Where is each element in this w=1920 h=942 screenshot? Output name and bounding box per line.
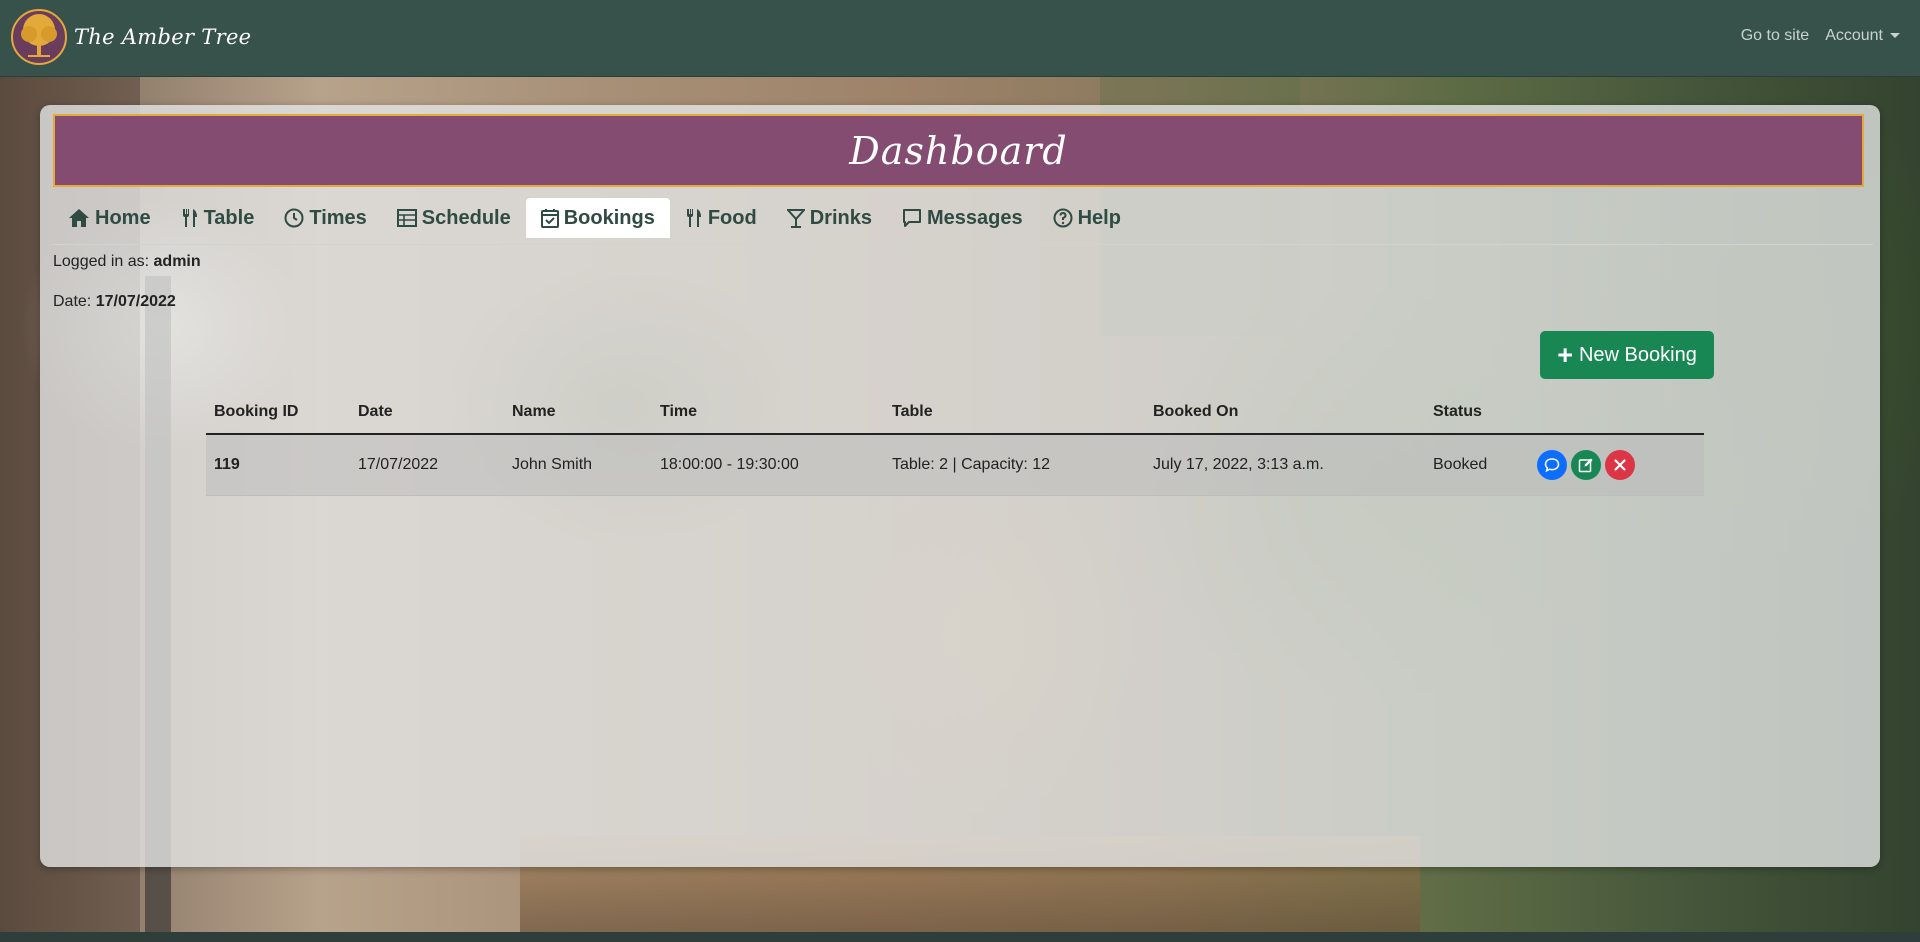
tab-label: Times xyxy=(309,206,367,229)
go-to-site-link[interactable]: Go to site xyxy=(1741,27,1809,45)
cocktail-glass-icon xyxy=(786,209,805,228)
chat-icon xyxy=(1544,458,1560,473)
new-booking-label: New Booking xyxy=(1578,343,1697,366)
table-icon xyxy=(396,209,417,227)
tab-help[interactable]: Help xyxy=(1038,198,1136,238)
calendar-check-icon xyxy=(540,209,559,228)
booking-name: John Smith xyxy=(504,434,652,496)
bookings-table: Booking ID Date Name Time Table Booked O… xyxy=(206,391,1704,496)
plus-icon: + xyxy=(1557,339,1573,370)
tab-label: Drinks xyxy=(809,206,872,229)
tab-messages[interactable]: Messages xyxy=(887,198,1038,238)
fork-knife-icon xyxy=(182,209,197,227)
logged-in-label: Logged in as: xyxy=(53,253,150,270)
booking-status: Booked xyxy=(1425,434,1529,496)
booking-table: Table: 2 | Capacity: 12 xyxy=(884,434,1145,496)
brand[interactable]: The Amber Tree xyxy=(10,8,251,66)
tab-label: Messages xyxy=(926,206,1023,229)
edit-icon xyxy=(1578,458,1593,473)
account-dropdown[interactable]: Account xyxy=(1825,27,1900,45)
table-header-row: Booking ID Date Name Time Table Booked O… xyxy=(206,391,1704,435)
tab-label: Schedule xyxy=(421,206,511,229)
tab-times[interactable]: Times xyxy=(269,198,381,238)
booking-time: 18:00:00 - 19:30:00 xyxy=(652,434,884,496)
booking-id: 119 xyxy=(206,434,350,496)
close-icon xyxy=(1614,459,1626,471)
column-header: Date xyxy=(350,391,504,435)
dashboard-header: Dashboard xyxy=(53,114,1864,187)
edit-button[interactable] xyxy=(1571,450,1601,480)
message-button[interactable] xyxy=(1537,450,1567,480)
logged-in-user: admin xyxy=(153,253,201,270)
column-header-actions xyxy=(1529,391,1704,435)
table-row: 119 17/07/2022 John Smith 18:00:00 - 19:… xyxy=(206,434,1704,496)
tab-label: Table xyxy=(203,206,255,229)
tree-logo-icon xyxy=(11,9,67,65)
column-header: Booked On xyxy=(1145,391,1425,435)
new-booking-button[interactable]: + New Booking xyxy=(1540,331,1714,379)
tab-table[interactable]: Table xyxy=(166,198,270,238)
top-navbar: The Amber Tree Go to site Account xyxy=(0,0,1920,77)
date-info: Date: 17/07/2022 xyxy=(53,293,176,311)
account-label: Account xyxy=(1825,27,1883,44)
dashboard-panel: Dashboard Home Table Times Schedule Book… xyxy=(40,105,1880,867)
chevron-down-icon xyxy=(1890,33,1900,39)
tab-home[interactable]: Home xyxy=(53,198,166,238)
column-header: Status xyxy=(1425,391,1529,435)
dashboard-tabs: Home Table Times Schedule Bookings Food … xyxy=(53,198,1873,245)
tab-drinks[interactable]: Drinks xyxy=(772,198,887,238)
house-icon xyxy=(69,209,89,227)
question-circle-icon xyxy=(1053,208,1073,228)
clock-icon xyxy=(284,208,304,228)
column-header: Booking ID xyxy=(206,391,350,435)
tab-label: Food xyxy=(707,206,757,229)
tab-label: Bookings xyxy=(563,206,655,229)
logged-in-info: Logged in as: admin xyxy=(53,253,201,271)
brand-name: The Amber Tree xyxy=(74,25,252,49)
page-title: Dashboard xyxy=(849,128,1068,173)
tab-label: Help xyxy=(1077,206,1121,229)
booking-actions xyxy=(1529,434,1704,496)
tab-bookings[interactable]: Bookings xyxy=(525,198,670,238)
cancel-booking-button[interactable] xyxy=(1605,450,1635,480)
fork-knife-icon xyxy=(686,209,701,227)
tab-schedule[interactable]: Schedule xyxy=(382,198,526,238)
column-header: Name xyxy=(504,391,652,435)
column-header: Time xyxy=(652,391,884,435)
date-label: Date: xyxy=(53,293,92,310)
booking-booked-on: July 17, 2022, 3:13 a.m. xyxy=(1145,434,1425,496)
booking-date: 17/07/2022 xyxy=(350,434,504,496)
chat-icon xyxy=(902,209,921,227)
current-date: 17/07/2022 xyxy=(95,293,176,310)
tab-label: Home xyxy=(95,206,151,229)
column-header: Table xyxy=(884,391,1145,435)
tab-food[interactable]: Food xyxy=(670,198,772,238)
